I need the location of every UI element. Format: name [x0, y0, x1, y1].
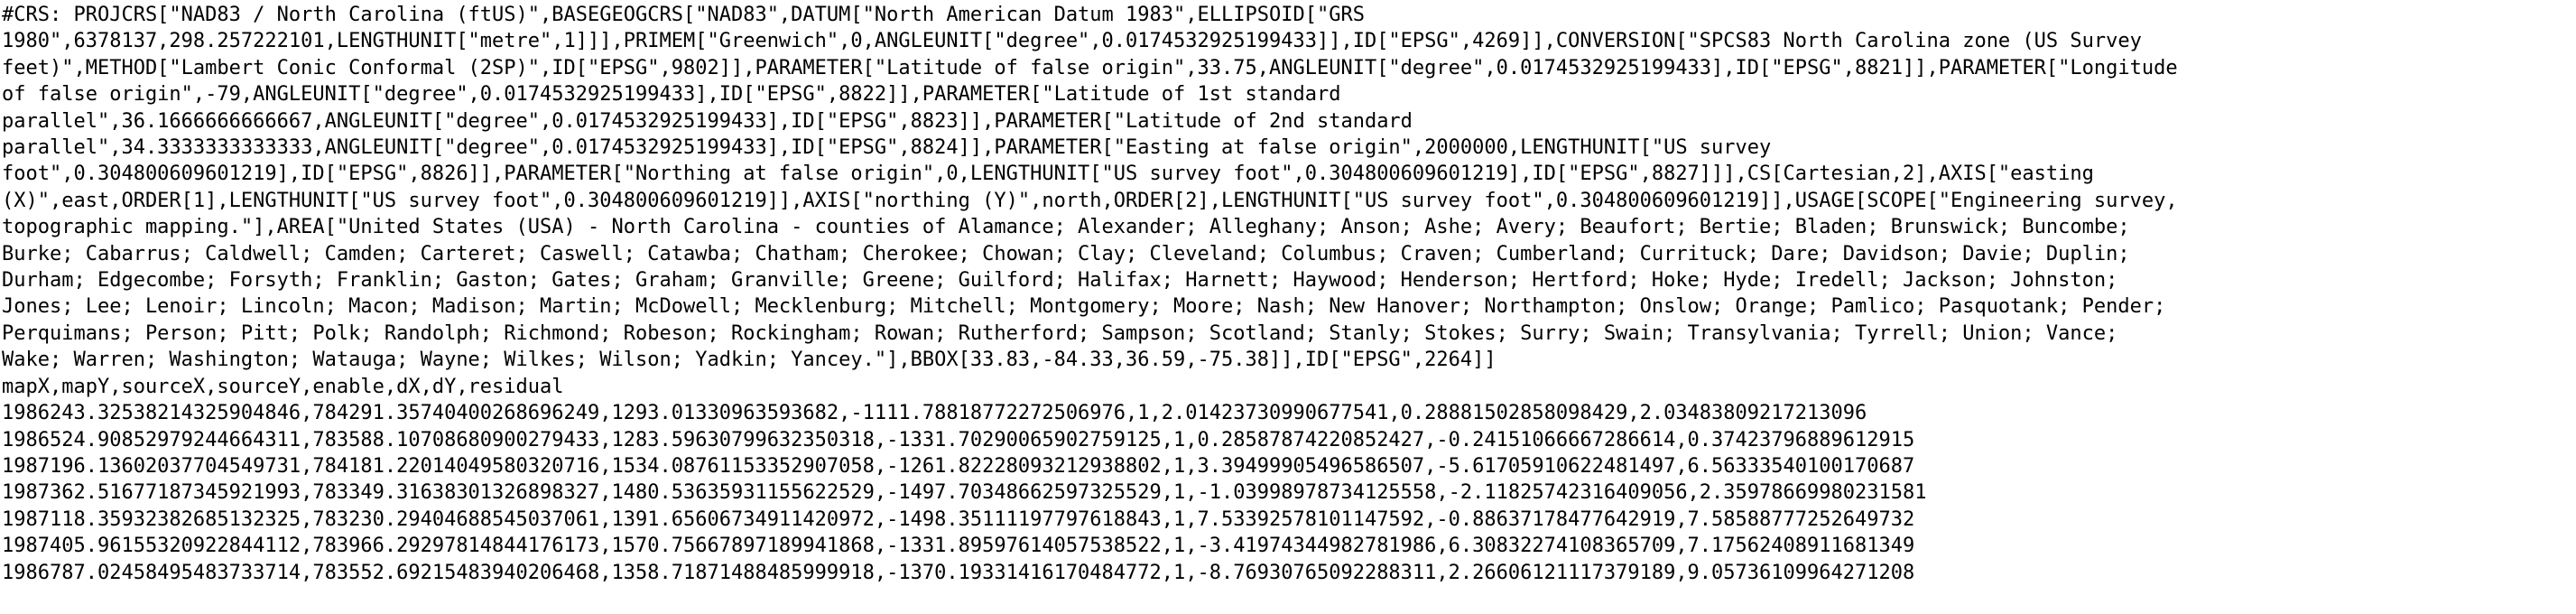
- data-row: 1987196.13602037704549731,784181.2201404…: [2, 454, 1915, 478]
- crs-line: parallel",34.3333333333333,ANGLEUNIT["de…: [2, 136, 1772, 160]
- data-row: 1986787.02458495483733714,783552.6921548…: [2, 561, 1915, 584]
- crs-line: feet)",METHOD["Lambert Conic Conformal (…: [2, 56, 2178, 79]
- crs-line: Burke; Cabarrus; Caldwell; Camden; Carte…: [2, 242, 2130, 265]
- column-header: mapX,mapY,sourceX,sourceY,enable,dX,dY,r…: [2, 375, 564, 398]
- data-row: 1987362.51677187345921993,783349.3163830…: [2, 481, 1927, 505]
- crs-line: Jones; Lee; Lenoir; Lincoln; Macon; Madi…: [2, 295, 2166, 319]
- data-row: 1986243.32538214325904846,784291.3574040…: [2, 402, 1867, 425]
- crs-line: (X)",east,ORDER[1],LENGTHUNIT["US survey…: [2, 189, 2178, 212]
- crs-line: topographic mapping."],AREA["United Stat…: [2, 216, 2130, 239]
- data-row: 1987405.96155320922844112,783966.2929781…: [2, 535, 1915, 558]
- document-page: #CRS: PROJCRS["NAD83 / North Carolina (f…: [0, 0, 2576, 614]
- crs-line: 1980",6378137,298.257222101,LENGTHUNIT["…: [2, 30, 2142, 53]
- crs-line: Durham; Edgecombe; Forsyth; Franklin; Ga…: [2, 269, 2118, 293]
- crs-line: Wake; Warren; Washington; Watauga; Wayne…: [2, 349, 1496, 372]
- crs-line: parallel",36.1666666666667,ANGLEUNIT["de…: [2, 109, 1413, 133]
- crs-line: foot",0.304800609601219],ID["EPSG",8826]…: [2, 163, 2094, 186]
- data-row: 1987118.35932382685132325,783230.2940468…: [2, 507, 1915, 531]
- crs-line: Perquimans; Person; Pitt; Polk; Randolph…: [2, 321, 2118, 345]
- crs-definition: #CRS: PROJCRS["NAD83 / North Carolina (f…: [2, 2, 2569, 586]
- data-row: 1986524.90852979244664311,783588.1070868…: [2, 428, 1915, 451]
- crs-line: #CRS: PROJCRS["NAD83 / North Carolina (f…: [2, 4, 1365, 26]
- crs-line: of false origin",-79,ANGLEUNIT["degree",…: [2, 83, 1341, 107]
